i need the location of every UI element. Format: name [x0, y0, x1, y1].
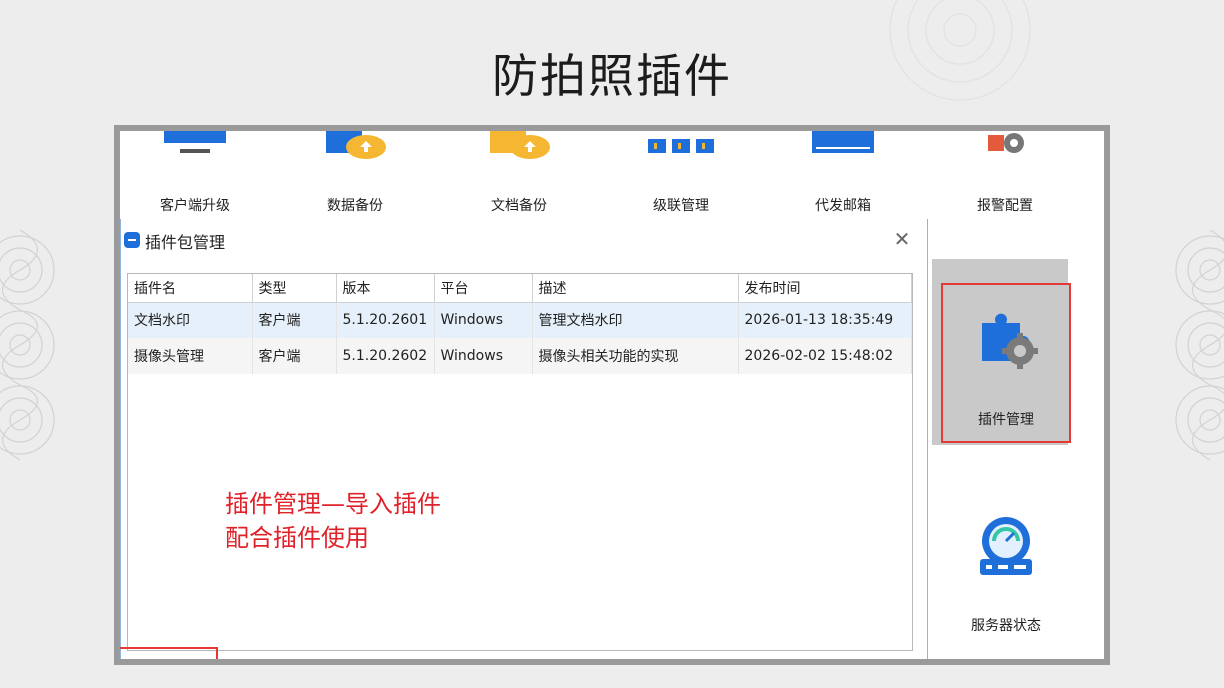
dialog-title: 插件包管理 [145, 233, 226, 252]
annotation-line: 配合插件使用 [225, 524, 369, 552]
app-screenshot-frame: 客户端升级 数据备份 文档备份 级联管理 代发邮箱 报警配置 插件管理 服务器状… [114, 125, 1110, 665]
close-icon[interactable]: ✕ [889, 227, 915, 251]
toolbar-item-alarm-config[interactable]: 报警配置 [940, 131, 1070, 221]
table-cell: 管理文档水印 [532, 302, 739, 338]
column-header[interactable]: 类型 [252, 274, 337, 303]
table-cell: Windows [434, 338, 533, 374]
column-header[interactable]: 平台 [434, 274, 533, 303]
table-header-row: 插件名 类型 版本 平台 描述 发布时间 [128, 274, 912, 303]
toolbar: 客户端升级 数据备份 文档备份 级联管理 代发邮箱 报警配置 [120, 131, 1104, 221]
table-cell: 文档水印 [128, 302, 253, 338]
table-cell: 摄像头管理 [128, 338, 253, 374]
toolbar-item-document-backup[interactable]: 文档备份 [454, 131, 584, 221]
puzzle-gear-icon [982, 313, 1038, 369]
annotation-note: 插件管理—导入插件 配合插件使用 [225, 487, 441, 555]
table-cell: 5.1.20.2602 [336, 338, 435, 374]
side-item-label: 服务器状态 [971, 618, 1041, 634]
column-header[interactable]: 插件名 [128, 274, 253, 303]
mail-folder-icon [812, 131, 874, 153]
ornament-left [0, 229, 55, 461]
table-cell: 客户端 [252, 302, 337, 338]
table-cell: Windows [434, 302, 533, 338]
side-item-server-status[interactable]: 服务器状态 [941, 511, 1071, 641]
table-cell: 2026-01-13 18:35:49 [738, 302, 912, 338]
toolbar-item-client-upgrade[interactable]: 客户端升级 [130, 131, 260, 221]
side-item-label: 插件管理 [978, 412, 1034, 428]
cascade-network-icon [648, 139, 714, 153]
table-row[interactable]: 摄像头管理 客户端 5.1.20.2602 Windows 摄像头相关功能的实现… [128, 338, 912, 374]
dialog-titlebar[interactable]: 插件包管理 ✕ [121, 219, 927, 257]
cloud-upload-folder-icon [326, 131, 386, 159]
table-cell: 5.1.20.2601 [336, 302, 435, 338]
toolbar-item-proxy-mailbox[interactable]: 代发邮箱 [778, 131, 908, 221]
column-header[interactable]: 发布时间 [738, 274, 912, 303]
annotation-line: 插件管理—导入插件 [225, 490, 441, 518]
alarm-gear-icon [988, 133, 1024, 153]
column-header[interactable]: 描述 [532, 274, 739, 303]
toolbar-item-label: 文档备份 [491, 198, 547, 214]
ornament-right [1175, 229, 1224, 461]
highlight-box-partial [120, 647, 218, 659]
table-cell: 摄像头相关功能的实现 [532, 338, 739, 374]
cloud-upload-document-icon [490, 131, 550, 159]
side-item-plugin-manage[interactable]: 插件管理 [941, 283, 1071, 443]
slide-title: 防拍照插件 [492, 49, 732, 103]
table-cell: 客户端 [252, 338, 337, 374]
toolbar-item-label: 级联管理 [653, 198, 709, 214]
table-row[interactable]: 文档水印 客户端 5.1.20.2601 Windows 管理文档水印 2026… [128, 302, 912, 338]
server-gauge-icon [980, 517, 1032, 575]
toolbar-item-label: 数据备份 [327, 198, 383, 214]
table-cell: 2026-02-02 15:48:02 [738, 338, 912, 374]
app-logo-icon [124, 232, 140, 248]
toolbar-item-data-backup[interactable]: 数据备份 [290, 131, 420, 221]
toolbar-item-label: 报警配置 [977, 198, 1033, 214]
toolbar-item-label: 客户端升级 [160, 198, 230, 214]
column-header[interactable]: 版本 [336, 274, 435, 303]
toolbar-item-label: 代发邮箱 [815, 198, 871, 214]
plugin-package-dialog: 插件包管理 ✕ 插件名 类型 版本 平台 描述 发布时间 文档水印 客户端 5.… [120, 219, 928, 659]
plugin-table: 插件名 类型 版本 平台 描述 发布时间 文档水印 客户端 5.1.20.260… [127, 273, 913, 651]
toolbar-item-cascade-manage[interactable]: 级联管理 [616, 131, 746, 221]
monitor-icon [164, 131, 226, 153]
